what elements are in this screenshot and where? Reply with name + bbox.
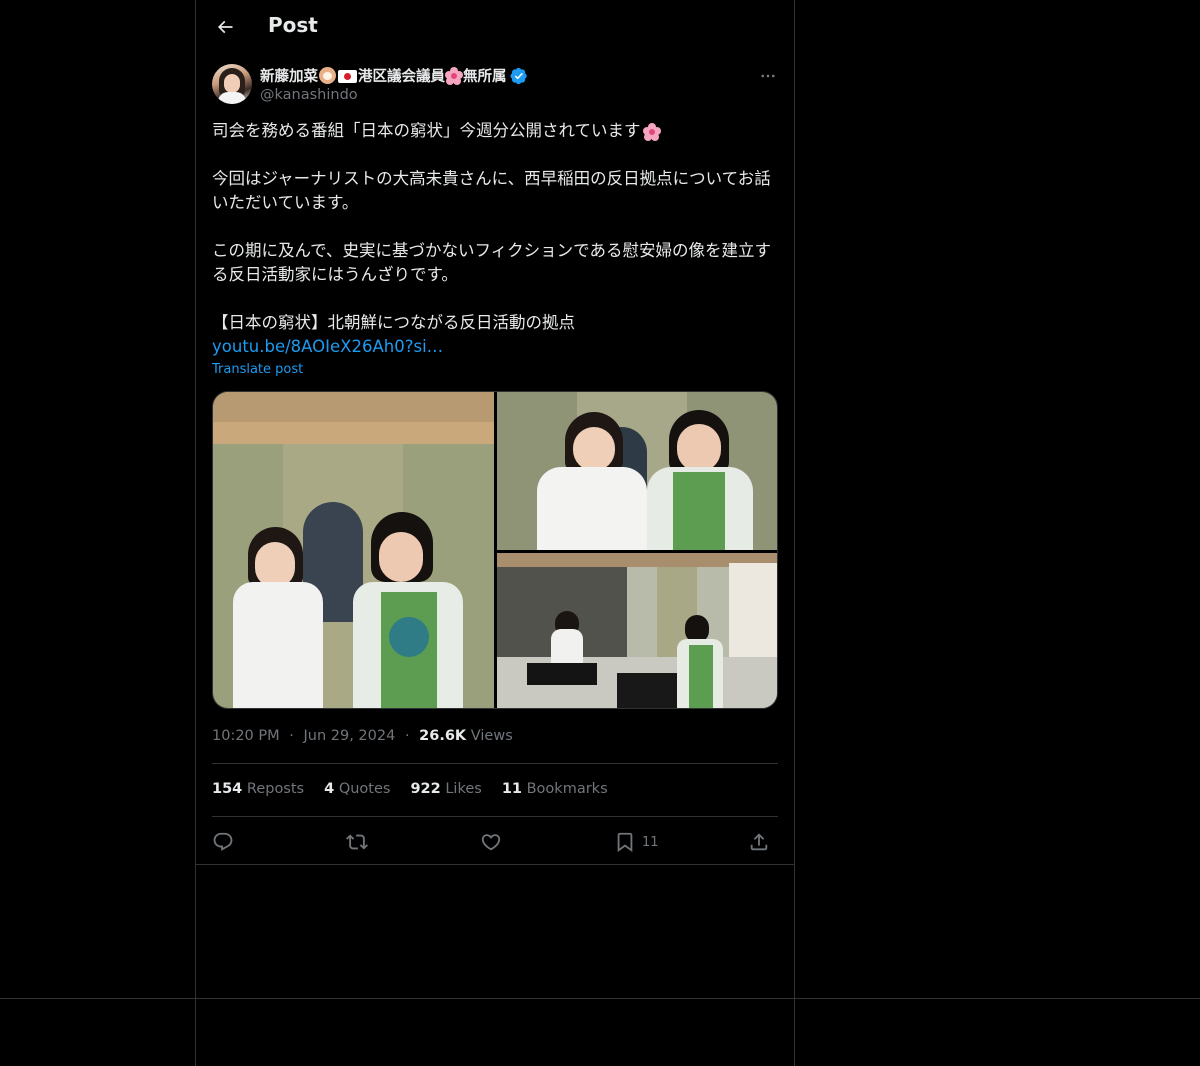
japan-flag-emoji-icon (338, 69, 357, 83)
back-button[interactable] (208, 10, 242, 44)
avatar[interactable] (212, 64, 252, 104)
author-name-part2: 港区議会議員 (358, 69, 445, 85)
main-column: Post 新藤加菜 港区議会議員 無所属 @kanashindo 司会を務める番… (195, 0, 795, 1066)
views-label: Views (470, 728, 513, 744)
youtube-link[interactable]: youtu.be/8AOIeX26Ah0?si… (212, 335, 778, 359)
photo-3[interactable] (497, 553, 777, 708)
verified-badge-icon (509, 67, 527, 84)
more-button[interactable] (754, 62, 782, 90)
quotes-stat[interactable]: 4 Quotes (324, 781, 390, 797)
top-bar: Post (196, 0, 794, 53)
post-meta: 10:20 PM · Jun 29, 2024 · 26.6K Views (212, 728, 513, 744)
reply-button[interactable] (212, 826, 234, 858)
author-name-part3: 無所属 (463, 69, 507, 85)
post-date[interactable]: Jun 29, 2024 (303, 728, 395, 744)
reply-icon (213, 832, 233, 851)
media-grid (212, 391, 778, 709)
translate-post-link[interactable]: Translate post (212, 362, 303, 377)
bookmark-icon (617, 832, 633, 853)
repost-button[interactable] (346, 826, 368, 858)
post-line-1: 司会を務める番組「日本の窮状」今週分公開されています (212, 119, 778, 143)
more-icon (761, 74, 775, 78)
like-icon (481, 834, 501, 851)
repost-icon (346, 834, 368, 850)
divider (212, 763, 778, 764)
author-handle[interactable]: @kanashindo (260, 87, 358, 103)
divider (212, 816, 778, 817)
bookmarks-stat[interactable]: 11 Bookmarks (502, 781, 608, 797)
post-paragraph-3: この期に及んで、史実に基づかないフィクションである慰安婦の像を建立する反日活動家… (212, 241, 772, 284)
likes-stat[interactable]: 922 Likes (410, 781, 481, 797)
photo-2[interactable] (497, 392, 777, 550)
share-button[interactable] (748, 826, 770, 858)
post-time[interactable]: 10:20 PM (212, 728, 280, 744)
divider (196, 864, 794, 865)
post-paragraph-4: 【日本の窮状】北朝鮮につながる反日活動の拠点 (212, 313, 575, 332)
back-arrow-icon (217, 20, 233, 34)
cherry-blossom-emoji-icon (642, 122, 661, 141)
share-icon (750, 833, 768, 851)
bookmark-count: 11 (642, 834, 659, 850)
action-bar: 11 (212, 826, 778, 858)
reposts-stat[interactable]: 154 Reposts (212, 781, 304, 797)
views-count: 26.6K (419, 728, 467, 744)
dog-face-emoji-icon (319, 67, 336, 84)
post-text: 司会を務める番組「日本の窮状」今週分公開されています 今回はジャーナリストの大高… (212, 119, 778, 359)
author-name[interactable]: 新藤加菜 港区議会議員 無所属 (260, 65, 528, 86)
like-button[interactable] (480, 826, 502, 858)
cherry-blossom-emoji-icon (445, 66, 463, 85)
photo-1[interactable] (213, 392, 494, 708)
post-paragraph-2: 今回はジャーナリストの大高未貴さんに、西早稲田の反日拠点についてお話いただいてい… (212, 169, 771, 212)
page-title: Post (268, 13, 318, 37)
engagement-stats: 154 Reposts 4 Quotes 922 Likes 11 Bookma… (212, 781, 608, 797)
divider (0, 998, 1200, 999)
author-name-part1: 新藤加菜 (260, 69, 318, 85)
bookmark-button[interactable]: 11 (614, 826, 659, 858)
